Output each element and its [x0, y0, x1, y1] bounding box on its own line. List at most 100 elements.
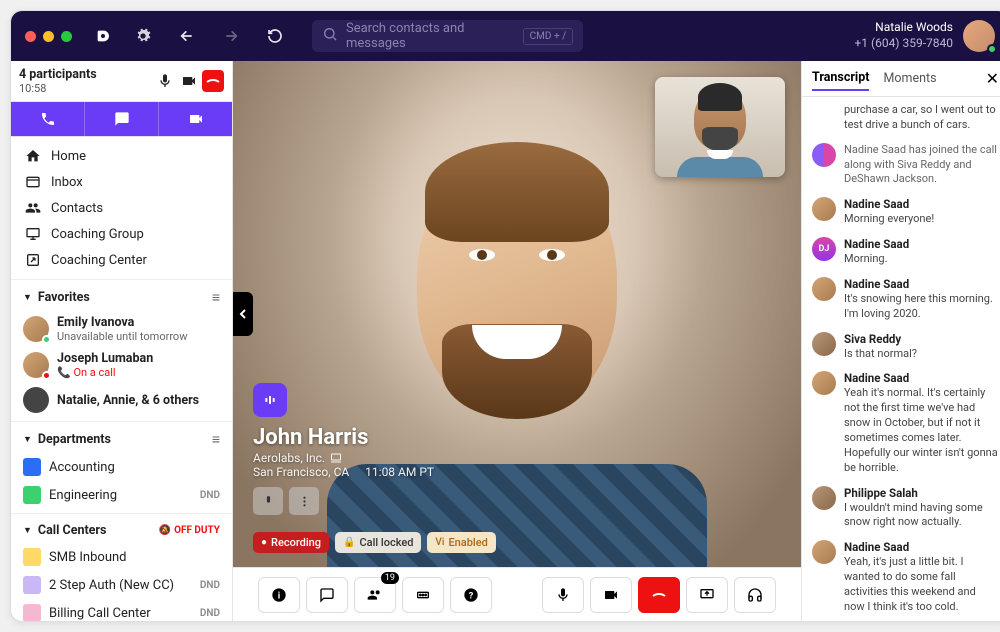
dnd-badge: DND — [200, 608, 220, 619]
forward-icon — [214, 19, 248, 53]
contact-avatar — [23, 352, 49, 378]
message-avatar — [812, 486, 836, 510]
department-icon — [23, 458, 41, 476]
transcript-message: Nadine SaadIt's snowing here this mornin… — [812, 277, 999, 322]
transcript-message: Siva ReddyIs that normal? — [812, 332, 999, 362]
close-window-icon[interactable] — [25, 31, 36, 42]
vi-enabled-pill[interactable]: ViEnabled — [427, 532, 495, 553]
video-call-button[interactable] — [158, 102, 232, 136]
departments-header[interactable]: ▼Departments≡ — [11, 426, 232, 453]
message-avatar — [812, 371, 836, 395]
collapse-sidebar-button[interactable] — [233, 292, 253, 336]
mic-toggle-button[interactable] — [542, 577, 584, 613]
favorite-group[interactable]: Natalie, Annie, & 6 others — [11, 383, 232, 417]
sidebar: 4 participants 10:58 Home Inbox Contacts… — [11, 61, 233, 621]
callcenters-header[interactable]: ▼Call Centers🔕OFF DUTY — [11, 518, 232, 543]
recording-pill[interactable]: ●Recording — [253, 532, 329, 553]
call-duration: 10:58 — [19, 82, 152, 95]
callcenter-item[interactable]: Billing Call CenterDND — [11, 599, 232, 622]
back-icon[interactable] — [170, 19, 204, 53]
transcript-message: DJNadine SaadMorning. — [812, 237, 999, 267]
tab-moments[interactable]: Moments — [883, 67, 936, 90]
transcript-message: Philippe SalahI wouldn't mind having som… — [812, 486, 999, 531]
user-phone: +1 (604) 359-7840 — [854, 36, 953, 50]
inbox-icon — [25, 174, 41, 190]
chat-button[interactable] — [306, 577, 348, 613]
video-icon[interactable] — [178, 70, 200, 92]
search-input[interactable]: Search contacts and messages CMD + / — [312, 20, 583, 52]
home-icon — [25, 148, 41, 164]
current-user[interactable]: Natalie Woods +1 (604) 359-7840 — [854, 20, 995, 52]
participant-more-button[interactable] — [289, 487, 319, 515]
video-toggle-button[interactable] — [590, 577, 632, 613]
favorites-header[interactable]: ▼Favorites≡ — [11, 284, 232, 311]
quick-actions — [11, 102, 232, 137]
headset-button[interactable] — [734, 577, 776, 613]
tab-transcript[interactable]: Transcript — [812, 66, 869, 91]
call-icon: 📞 — [57, 366, 71, 379]
search-shortcut: CMD + / — [523, 28, 574, 45]
dialpad-button[interactable] — [402, 577, 444, 613]
presence-icon — [42, 335, 51, 344]
chevron-down-icon: ▼ — [23, 525, 32, 536]
nav-inbox[interactable]: Inbox — [11, 169, 232, 195]
transcript-message: Nadine SaadYeah, it's just a little bit.… — [812, 540, 999, 614]
call-button[interactable] — [11, 102, 84, 136]
message-author: Nadine Saad — [844, 371, 999, 385]
app-window: Search contacts and messages CMD + / Nat… — [10, 10, 1000, 622]
screen-share-button[interactable] — [686, 577, 728, 613]
callcenter-swatch — [23, 548, 41, 566]
department-item[interactable]: Accounting — [11, 453, 232, 481]
svg-text:i: i — [278, 590, 280, 601]
nav-home[interactable]: Home — [11, 143, 232, 169]
end-call-button[interactable] — [638, 577, 680, 613]
transcript-feed[interactable]: purchase a car, so I went out to test dr… — [802, 97, 1000, 621]
favorite-contact[interactable]: Joseph Lumaban📞 On a call — [11, 347, 232, 383]
message-button[interactable] — [84, 102, 158, 136]
favorite-contact[interactable]: Emily IvanovaUnavailable until tomorrow — [11, 311, 232, 347]
nav-contacts[interactable]: Contacts — [11, 195, 232, 221]
vi-icon: Vi — [435, 537, 444, 548]
message-author: Nadine Saad — [844, 237, 999, 251]
mute-participant-button[interactable] — [253, 487, 283, 515]
help-button[interactable]: ? — [450, 577, 492, 613]
contact-avatar — [23, 316, 49, 342]
search-icon — [322, 26, 338, 46]
off-duty-badge: 🔕OFF DUTY — [159, 525, 220, 536]
favorites-section: ▼Favorites≡ Emily IvanovaUnavailable unt… — [11, 279, 232, 421]
call-locked-pill[interactable]: 🔒Call locked — [335, 532, 421, 553]
user-name: Natalie Woods — [854, 20, 953, 36]
message-avatar — [812, 332, 836, 356]
bell-off-icon: 🔕 — [159, 525, 171, 536]
participants-button[interactable] — [354, 577, 396, 613]
callcenter-item[interactable]: 2 Step Auth (New CC)DND — [11, 571, 232, 599]
section-menu-icon[interactable]: ≡ — [212, 431, 220, 448]
message-author: Philippe Salah — [844, 486, 999, 500]
window-controls — [25, 31, 72, 42]
contacts-icon — [25, 200, 41, 216]
section-menu-icon[interactable]: ≡ — [212, 289, 220, 306]
message-author: Nadine Saad — [844, 197, 999, 211]
nav-coaching-center[interactable]: Coaching Center — [11, 247, 232, 273]
message-author: Siva Reddy — [844, 332, 999, 346]
callcenter-swatch — [23, 604, 41, 622]
callcenter-item[interactable]: SMB Inbound — [11, 543, 232, 571]
mic-icon[interactable] — [154, 70, 176, 92]
ai-badge-icon[interactable] — [253, 383, 287, 417]
maximize-window-icon[interactable] — [61, 31, 72, 42]
presence-icon — [42, 371, 51, 380]
minimize-window-icon[interactable] — [43, 31, 54, 42]
settings-icon[interactable] — [126, 19, 160, 53]
pip-video-feed[interactable] — [655, 77, 785, 177]
message-avatar — [812, 277, 836, 301]
message-text: Yeah it's normal. It's certainly not the… — [844, 386, 999, 475]
department-item[interactable]: EngineeringDND — [11, 481, 232, 509]
reload-icon[interactable] — [258, 19, 292, 53]
active-call-strip[interactable]: 4 participants 10:58 — [11, 61, 232, 102]
hangup-button[interactable] — [202, 70, 224, 92]
nav-coaching-group[interactable]: Coaching Group — [11, 221, 232, 247]
caller-location: San Francisco, CA — [253, 465, 349, 479]
close-panel-icon[interactable]: ✕ — [986, 69, 999, 88]
dnd-badge: DND — [200, 580, 220, 591]
info-button[interactable]: i — [258, 577, 300, 613]
